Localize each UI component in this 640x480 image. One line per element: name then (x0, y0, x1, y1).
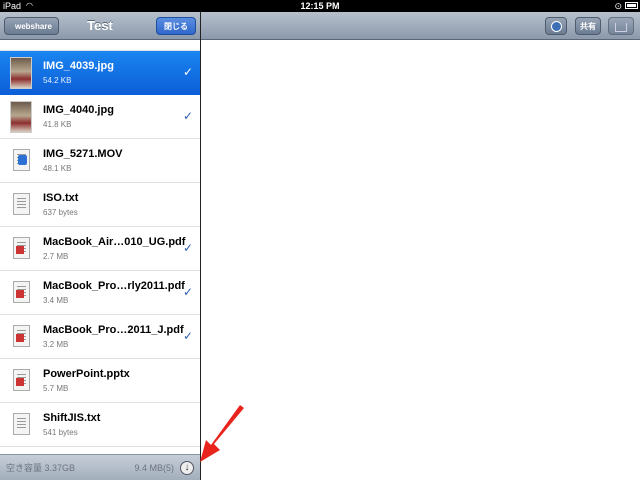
file-size: 54.2 KB (43, 76, 72, 85)
open-in-browser-button[interactable] (545, 17, 567, 35)
download-icon: ↓ (184, 462, 190, 473)
file-name: MacBook_Air…010_UG.pdf (43, 236, 186, 248)
left-navigation-bar: webshare Test 閉じる (0, 12, 200, 40)
checkmark-icon[interactable]: ✓ (183, 65, 193, 79)
ppt-file-icon (13, 369, 30, 391)
file-row[interactable]: IMG_4040.jpg 41.8 KB ✓ (0, 95, 200, 139)
action-button[interactable] (608, 17, 634, 35)
file-name: MacBook_Pro…2011_J.pdf (43, 324, 184, 336)
file-row[interactable]: IMG_4039.jpg 54.2 KB ✓ (0, 51, 200, 95)
file-name: IMG_4040.jpg (43, 104, 114, 116)
file-row[interactable]: MacBook_Pro…rly2011.pdf 3.4 MB ✓ (0, 271, 200, 315)
file-row[interactable]: IMG_5271.MOV 48.1 KB (0, 139, 200, 183)
pdf-file-icon (13, 281, 30, 303)
file-name: IMG_5271.MOV (43, 148, 123, 160)
file-row[interactable]: MacBook_Pro…2011_J.pdf 3.2 MB ✓ (0, 315, 200, 359)
file-row[interactable]: ISO.txt 637 bytes (0, 183, 200, 227)
file-name: MacBook_Pro…rly2011.pdf (43, 280, 185, 292)
right-navigation-bar: 共有 (201, 12, 640, 40)
txt-file-icon (13, 413, 30, 435)
globe-icon (550, 21, 562, 32)
bottom-toolbar: 空き容量 3.37GB 9.4 MB(5) ↓ (0, 454, 200, 480)
download-button[interactable]: ↓ (180, 461, 194, 475)
photo-thumbnail (10, 101, 32, 133)
mov-file-icon (13, 149, 30, 171)
file-name: ShiftJIS.txt (43, 412, 101, 424)
rotation-lock-icon: ⊙ (614, 1, 622, 11)
file-size: 541 bytes (43, 428, 78, 437)
action-icon (615, 23, 627, 32)
file-row[interactable]: ShiftJIS.txt 541 bytes (0, 403, 200, 447)
file-name: PowerPoint.pptx (43, 368, 130, 380)
battery-icon (625, 2, 638, 9)
status-bar: iPad ◠ 12:15 PM ⊙ (0, 0, 640, 12)
red-arrow-annotation (200, 405, 244, 462)
clock: 12:15 PM (300, 1, 340, 11)
txt-file-icon (13, 193, 30, 215)
close-button[interactable]: 閉じる (156, 17, 196, 35)
pdf-file-icon (13, 237, 30, 259)
file-size: 637 bytes (43, 208, 78, 217)
selected-size-label: 9.4 MB(5) (134, 463, 174, 473)
checkmark-icon[interactable]: ✓ (183, 329, 193, 343)
file-row[interactable]: PowerPoint.pptx 5.7 MB (0, 359, 200, 403)
file-size: 48.1 KB (43, 164, 72, 173)
file-row[interactable]: MacBook_Air…010_UG.pdf 2.7 MB ✓ (0, 227, 200, 271)
file-size: 3.4 MB (43, 296, 69, 305)
checkmark-icon[interactable]: ✓ (183, 241, 193, 255)
file-size: 3.2 MB (43, 340, 69, 349)
photo-thumbnail (10, 57, 32, 89)
free-space-label: 空き容量 3.37GB (6, 463, 76, 473)
file-size: 41.8 KB (43, 120, 72, 129)
file-name: ISO.txt (43, 192, 79, 204)
file-size: 5.7 MB (43, 384, 69, 393)
file-size: 2.7 MB (43, 252, 69, 261)
checkmark-icon[interactable]: ✓ (183, 285, 193, 299)
file-row[interactable] (0, 40, 200, 51)
share-button[interactable]: 共有 (575, 17, 601, 35)
file-name: IMG_4039.jpg (43, 60, 114, 72)
file-list: IMG_4039.jpg 54.2 KB ✓ IMG_4040.jpg 41.8 KB ✓… (0, 40, 200, 447)
checkmark-icon[interactable]: ✓ (183, 109, 193, 123)
file-list-pane: webshare Test 閉じる IMG_4039.jpg 54.2 KB ✓ IM… (0, 12, 200, 480)
pdf-file-icon (13, 325, 30, 347)
preview-pane: 共有 (201, 12, 640, 480)
